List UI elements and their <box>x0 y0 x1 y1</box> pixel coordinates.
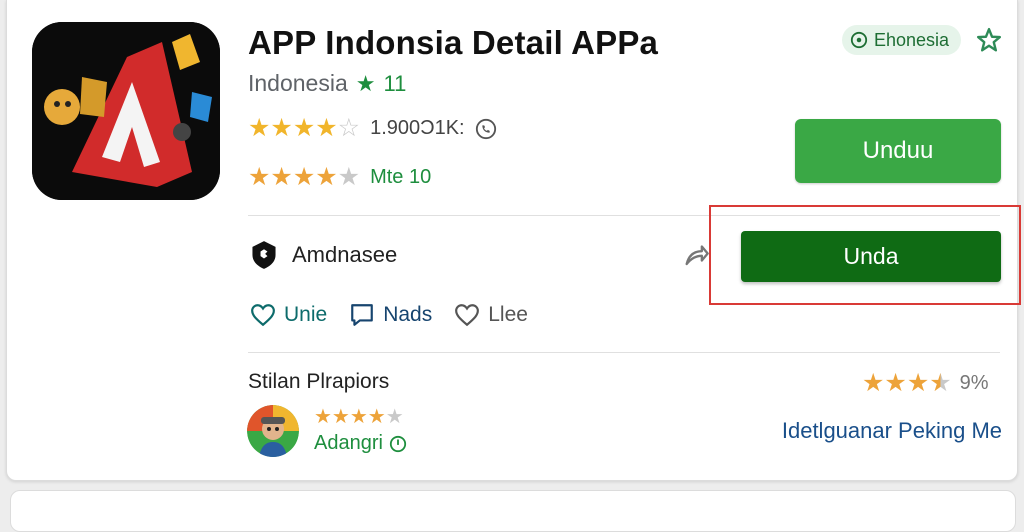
star-icon: ★ <box>355 70 376 96</box>
info-icon <box>389 435 407 452</box>
developer-count: 11 <box>383 70 407 96</box>
reviewer-avatar[interactable] <box>247 405 299 457</box>
region-label: Ehonesia <box>874 29 950 50</box>
notes-action[interactable]: Nads <box>349 302 432 328</box>
organization-name: Amdnasee <box>292 242 398 267</box>
developer-row[interactable]: Indonesia ★ 11 <box>248 70 406 97</box>
like-label: Unie <box>284 303 328 326</box>
action-bar: Unie Nads Llee <box>250 302 528 328</box>
rating-meta: Mte 10 <box>370 166 432 188</box>
reviews-summary: ★★★★ 9% <box>862 371 989 396</box>
reviews-title: Stilan Plrapiors <box>248 370 390 393</box>
install-button[interactable]: Unduu <box>795 119 1001 183</box>
rating-count: 1.900Ɔ1K: <box>370 117 465 139</box>
more-reviews-link[interactable]: Idetlguanar Peking Me <box>782 418 1002 444</box>
next-card <box>10 490 1016 532</box>
favorite-action[interactable]: Llee <box>454 303 528 327</box>
developer-name: Indonesia <box>248 70 348 96</box>
like-action[interactable]: Unie <box>250 303 327 327</box>
reviewer-stars: ★★★★★ <box>314 406 404 428</box>
share-icon[interactable] <box>682 243 710 271</box>
app-icon <box>32 22 220 200</box>
shield-icon <box>252 241 276 269</box>
divider <box>248 352 1000 353</box>
summary-percent: 9% <box>959 372 989 394</box>
rating-stars: ★★★★★ <box>248 163 361 191</box>
rating-row-secondary: ★★★★★ Mte 10 <box>248 165 431 190</box>
star-outline-icon[interactable] <box>976 27 1002 53</box>
reviewer-row[interactable]: Adangri <box>314 432 407 455</box>
notes-label: Nads <box>383 303 433 326</box>
rating-row-primary: ★★★★☆ 1.900Ɔ1K: <box>248 116 497 141</box>
summary-stars: ★★★★ <box>862 369 952 397</box>
app-title: APP Indonsia Detail APPa <box>248 24 659 61</box>
phone-icon <box>475 118 496 139</box>
unda-button[interactable]: Unda <box>741 231 1001 282</box>
rating-stars: ★★★★☆ <box>248 114 361 142</box>
organization-row[interactable]: Amdnasee <box>250 240 397 270</box>
comment-icon <box>351 304 374 326</box>
reviewer-name: Adangri <box>314 432 383 454</box>
heart-outline-icon <box>455 304 480 327</box>
heart-icon <box>251 304 275 327</box>
region-badge[interactable]: Ehonesia <box>842 25 962 55</box>
favorite-label: Llee <box>488 303 528 326</box>
info-icon <box>850 31 868 49</box>
